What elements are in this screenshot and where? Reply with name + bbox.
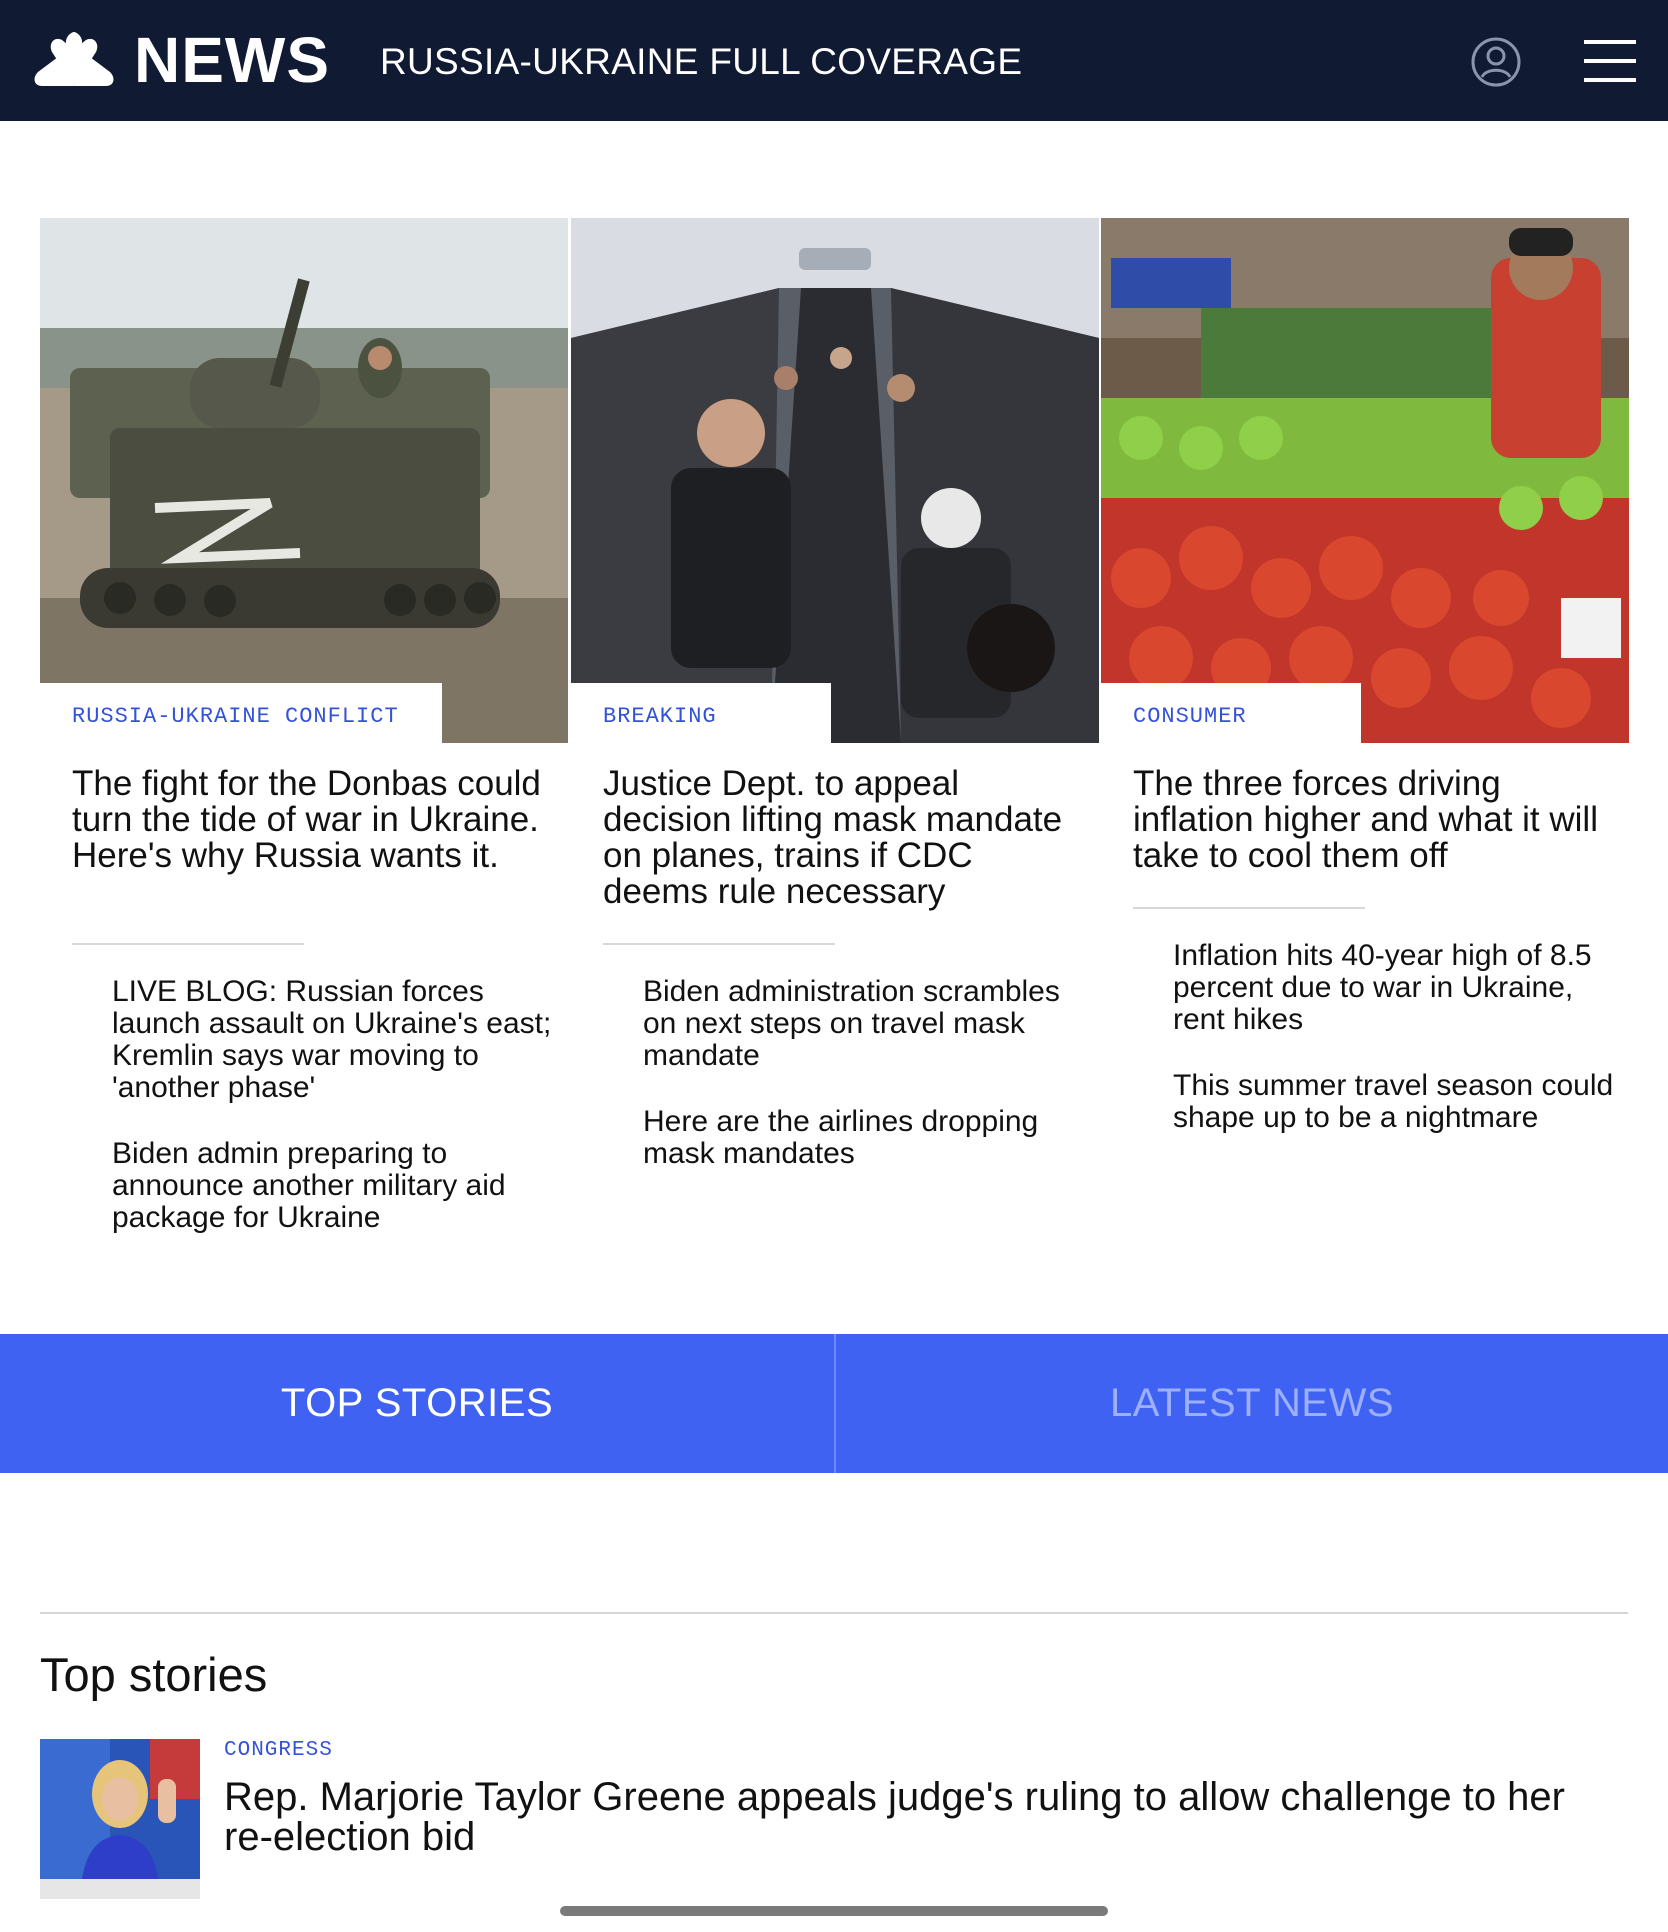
eyebrow-label-box: BREAKING (571, 683, 831, 743)
eyebrow-label-box: CONSUMER (1101, 683, 1361, 743)
category-eyebrow[interactable]: CONGRESS (224, 1739, 333, 1762)
top-stories-heading: Top stories (40, 1648, 268, 1701)
related-link[interactable]: LIVE BLOG: Russian forces launch assault… (112, 976, 562, 1104)
story-thumbnail[interactable] (40, 1739, 200, 1899)
eyebrow-label-box: RUSSIA-UKRAINE CONFLICT (40, 683, 442, 743)
grocery-produce-photo[interactable] (1101, 218, 1629, 743)
card-headline[interactable]: The fight for the Donbas could turn the … (72, 766, 552, 874)
related-link[interactable]: Biden administration scrambles on next s… (643, 976, 1093, 1072)
hamburger-menu-icon (1584, 40, 1636, 82)
related-links: LIVE BLOG: Russian forces launch assault… (112, 976, 562, 1268)
category-eyebrow[interactable]: BREAKING (603, 683, 799, 728)
hamburger-menu-button[interactable] (1584, 38, 1636, 84)
section-divider (40, 1612, 1628, 1614)
section-title[interactable]: RUSSIA-UKRAINE FULL COVERAGE (380, 40, 1022, 84)
related-link[interactable]: Here are the airlines dropping mask mand… (643, 1106, 1093, 1170)
related-links: Biden administration scrambles on next s… (643, 976, 1093, 1204)
divider (72, 943, 304, 945)
related-link[interactable]: Biden admin preparing to announce anothe… (112, 1138, 562, 1234)
related-link[interactable]: This summer travel season could shape up… (1173, 1070, 1623, 1134)
top-nav-bar: NEWS RUSSIA-UKRAINE FULL COVERAGE (0, 0, 1668, 121)
top-story-item[interactable]: CONGRESS Rep. Marjorie Taylor Greene app… (40, 1739, 1628, 1899)
logo-wordmark: NEWS (134, 24, 330, 96)
tank-photo[interactable] (40, 218, 568, 743)
airplane-cabin-photo[interactable] (571, 218, 1099, 743)
card-headline[interactable]: The three forces driving inflation highe… (1133, 766, 1613, 874)
category-eyebrow[interactable]: CONSUMER (1133, 683, 1329, 728)
tab-latest-news[interactable]: LATEST NEWS (834, 1334, 1668, 1473)
tab-top-stories[interactable]: TOP STORIES (0, 1334, 834, 1473)
home-indicator[interactable] (560, 1906, 1108, 1916)
story-headline[interactable]: Rep. Marjorie Taylor Greene appeals judg… (224, 1777, 1624, 1857)
related-links: Inflation hits 40-year high of 8.5 perce… (1173, 940, 1623, 1168)
peacock-logo-icon (34, 32, 114, 86)
account-circle-icon (1471, 37, 1521, 87)
nbc-news-logo[interactable]: NEWS (32, 24, 330, 96)
account-button[interactable] (1470, 36, 1522, 88)
news-tab-bar: TOP STORIES LATEST NEWS (0, 1334, 1668, 1473)
divider (603, 943, 835, 945)
category-eyebrow[interactable]: RUSSIA-UKRAINE CONFLICT (72, 683, 410, 728)
card-headline[interactable]: Justice Dept. to appeal decision lifting… (603, 766, 1083, 910)
divider (1133, 907, 1365, 909)
related-link[interactable]: Inflation hits 40-year high of 8.5 perce… (1173, 940, 1623, 1036)
